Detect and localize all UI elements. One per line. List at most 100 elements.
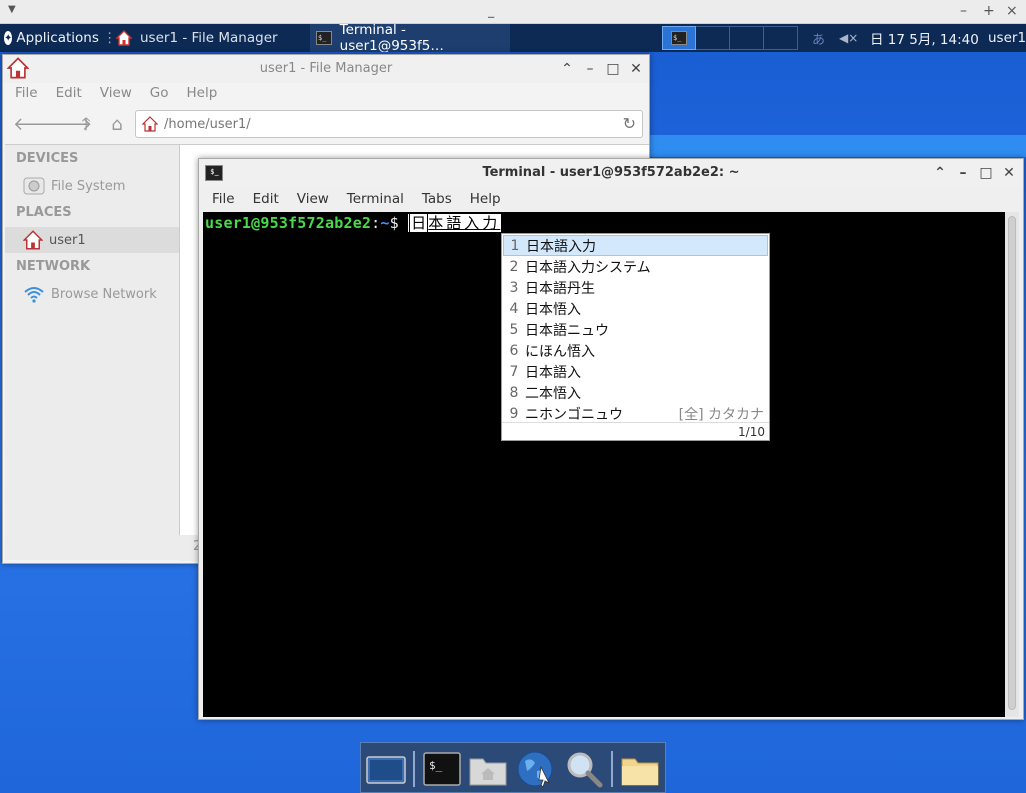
workspace-3[interactable]	[730, 26, 764, 50]
candidate-item[interactable]: 6 にほん悟入	[503, 340, 768, 361]
close-icon[interactable]: ✕	[626, 55, 646, 83]
window-title: user1 - File Manager	[259, 61, 393, 76]
scrollbar-thumb[interactable]	[1008, 216, 1016, 710]
minimize-icon[interactable]: –	[580, 55, 600, 83]
candidate-annotation: [全] カタカナ	[678, 406, 764, 423]
terminal-icon[interactable]: $_	[421, 749, 463, 789]
sidebar-item-label: user1	[49, 232, 86, 248]
up-arrow-icon[interactable]: 🡑	[75, 115, 97, 137]
folder-icon[interactable]	[619, 749, 661, 789]
reload-icon[interactable]: ↻	[623, 114, 636, 133]
shade-icon[interactable]: ⌃	[557, 55, 577, 83]
location-bar[interactable]: /home/user1/ ↻	[135, 110, 643, 138]
search-icon[interactable]	[563, 749, 605, 789]
minimize-icon[interactable]: –	[960, 3, 967, 19]
home-folder-icon[interactable]	[467, 749, 509, 789]
ime-preedit: 日本語入力	[408, 213, 502, 233]
file-manager-titlebar[interactable]: user1 - File Manager ⌃ – □ ✕	[3, 55, 649, 83]
clock-text: 日 17 5月, 14:40	[870, 32, 979, 48]
location-path: /home/user1/	[164, 116, 251, 132]
workspace-1[interactable]: $_	[662, 26, 696, 50]
window-menu-icon[interactable]: ▼	[8, 4, 16, 15]
terminal-titlebar[interactable]: $_ Terminal - user1@953f572ab2e2: ~ ⌃ – …	[199, 159, 1023, 187]
menu-help[interactable]: Help	[178, 85, 227, 101]
task-file-manager[interactable]: user1 - File Manager	[110, 24, 306, 52]
prompt-line: user1@953f572ab2e2:~$ 日本語入力	[205, 213, 502, 233]
user-name: user1	[988, 30, 1026, 46]
menu-help[interactable]: Help	[461, 191, 510, 207]
xfce-mouse-icon: ✦	[4, 31, 13, 45]
sidebar-item-label: Browse Network	[51, 286, 157, 302]
preedit-cursor-segment: 日	[409, 213, 429, 233]
places-header: PLACES	[16, 205, 72, 220]
bottom-dock: $_	[360, 742, 666, 793]
clock[interactable]: 日 17 5月, 14:40	[870, 24, 979, 52]
file-manager-sidebar: DEVICES File System PLACES user1 NETWORK	[5, 144, 179, 560]
network-header: NETWORK	[16, 259, 91, 274]
menu-go[interactable]: Go	[141, 85, 178, 101]
workspace-4[interactable]	[764, 26, 798, 50]
shade-icon[interactable]: ⌃	[930, 159, 950, 187]
candidate-text: 日本語ニュウ	[525, 322, 609, 339]
desktop-highlight	[650, 135, 1026, 157]
volume-muted-icon[interactable]: ◀×	[839, 31, 858, 45]
maximize-icon[interactable]: +	[983, 3, 995, 19]
menu-terminal[interactable]: Terminal	[338, 191, 413, 207]
task-label: Terminal - user1@953f5…	[339, 22, 444, 54]
file-manager-menubar: File Edit View Go Help	[3, 81, 649, 105]
menu-file[interactable]: File	[203, 191, 244, 207]
close-icon[interactable]: ×	[1006, 3, 1018, 19]
terminal-scrollbar[interactable]	[1005, 212, 1019, 717]
terminal-icon: $_	[671, 31, 687, 45]
menu-view[interactable]: View	[91, 85, 141, 101]
menu-file[interactable]: File	[6, 85, 47, 101]
sidebar-item-user1[interactable]: user1	[5, 227, 179, 253]
outer-window-bar: ▼ ▁ – + ×	[0, 0, 1026, 24]
candidate-item[interactable]: 9 ニホンゴニュウ [全] カタカナ	[503, 403, 768, 424]
prompt-path: ~	[380, 214, 390, 232]
sidebar-item-label: File System	[51, 178, 126, 194]
maximize-icon[interactable]: □	[603, 55, 623, 83]
candidate-number: 2	[509, 258, 519, 275]
home-icon[interactable]: ⌂	[106, 115, 128, 137]
candidate-number: 5	[509, 321, 519, 338]
minimize-icon[interactable]: –	[953, 159, 973, 187]
candidate-item[interactable]: 2 日本語入力システム	[503, 256, 768, 277]
ime-indicator[interactable]: あ	[812, 29, 825, 48]
prompt-dollar: $	[389, 214, 399, 232]
candidate-text: 日本語丹生	[525, 280, 595, 297]
candidate-number: 7	[509, 363, 519, 380]
grip-icon: ▁	[488, 9, 495, 18]
menu-edit[interactable]: Edit	[47, 85, 91, 101]
sidebar-item-browse-network[interactable]: Browse Network	[5, 281, 179, 307]
task-terminal[interactable]: $_ Terminal - user1@953f5…	[310, 22, 510, 54]
terminal-menubar: File Edit View Terminal Tabs Help	[199, 187, 1023, 211]
candidate-text: 日本語入力システム	[525, 259, 651, 276]
candidate-item[interactable]: 3 日本語丹生	[503, 277, 768, 298]
show-desktop-icon[interactable]	[365, 749, 407, 789]
menu-tabs[interactable]: Tabs	[413, 191, 461, 207]
prompt-colon: :	[371, 214, 381, 232]
candidate-text: にほん悟入	[525, 343, 595, 360]
forward-arrow-icon[interactable]: 🡒	[44, 115, 92, 137]
applications-menu[interactable]: ✦ Applications ⋮	[0, 24, 116, 52]
workspace-2[interactable]	[696, 26, 730, 50]
candidate-item[interactable]: 7 日本語入	[503, 361, 768, 382]
candidate-text: ニホンゴニュウ	[525, 406, 623, 423]
menu-view[interactable]: View	[288, 191, 338, 207]
candidate-item[interactable]: 4 日本悟入	[503, 298, 768, 319]
sidebar-item-file-system[interactable]: File System	[5, 173, 179, 199]
menu-edit[interactable]: Edit	[244, 191, 288, 207]
candidate-item[interactable]: 1 日本語入力	[503, 235, 768, 256]
close-icon[interactable]: ✕	[999, 159, 1019, 187]
back-arrow-icon[interactable]: 🡐	[13, 115, 61, 137]
home-icon	[7, 57, 29, 79]
maximize-icon[interactable]: □	[976, 159, 996, 187]
candidate-item[interactable]: 8 二本悟入	[503, 382, 768, 403]
candidate-item[interactable]: 5 日本語ニュウ	[503, 319, 768, 340]
wifi-icon	[24, 287, 44, 303]
user-menu[interactable]: user1	[988, 24, 1026, 52]
candidate-number: 4	[509, 300, 519, 317]
web-browser-icon[interactable]	[515, 749, 557, 789]
dock-separator	[611, 751, 613, 787]
